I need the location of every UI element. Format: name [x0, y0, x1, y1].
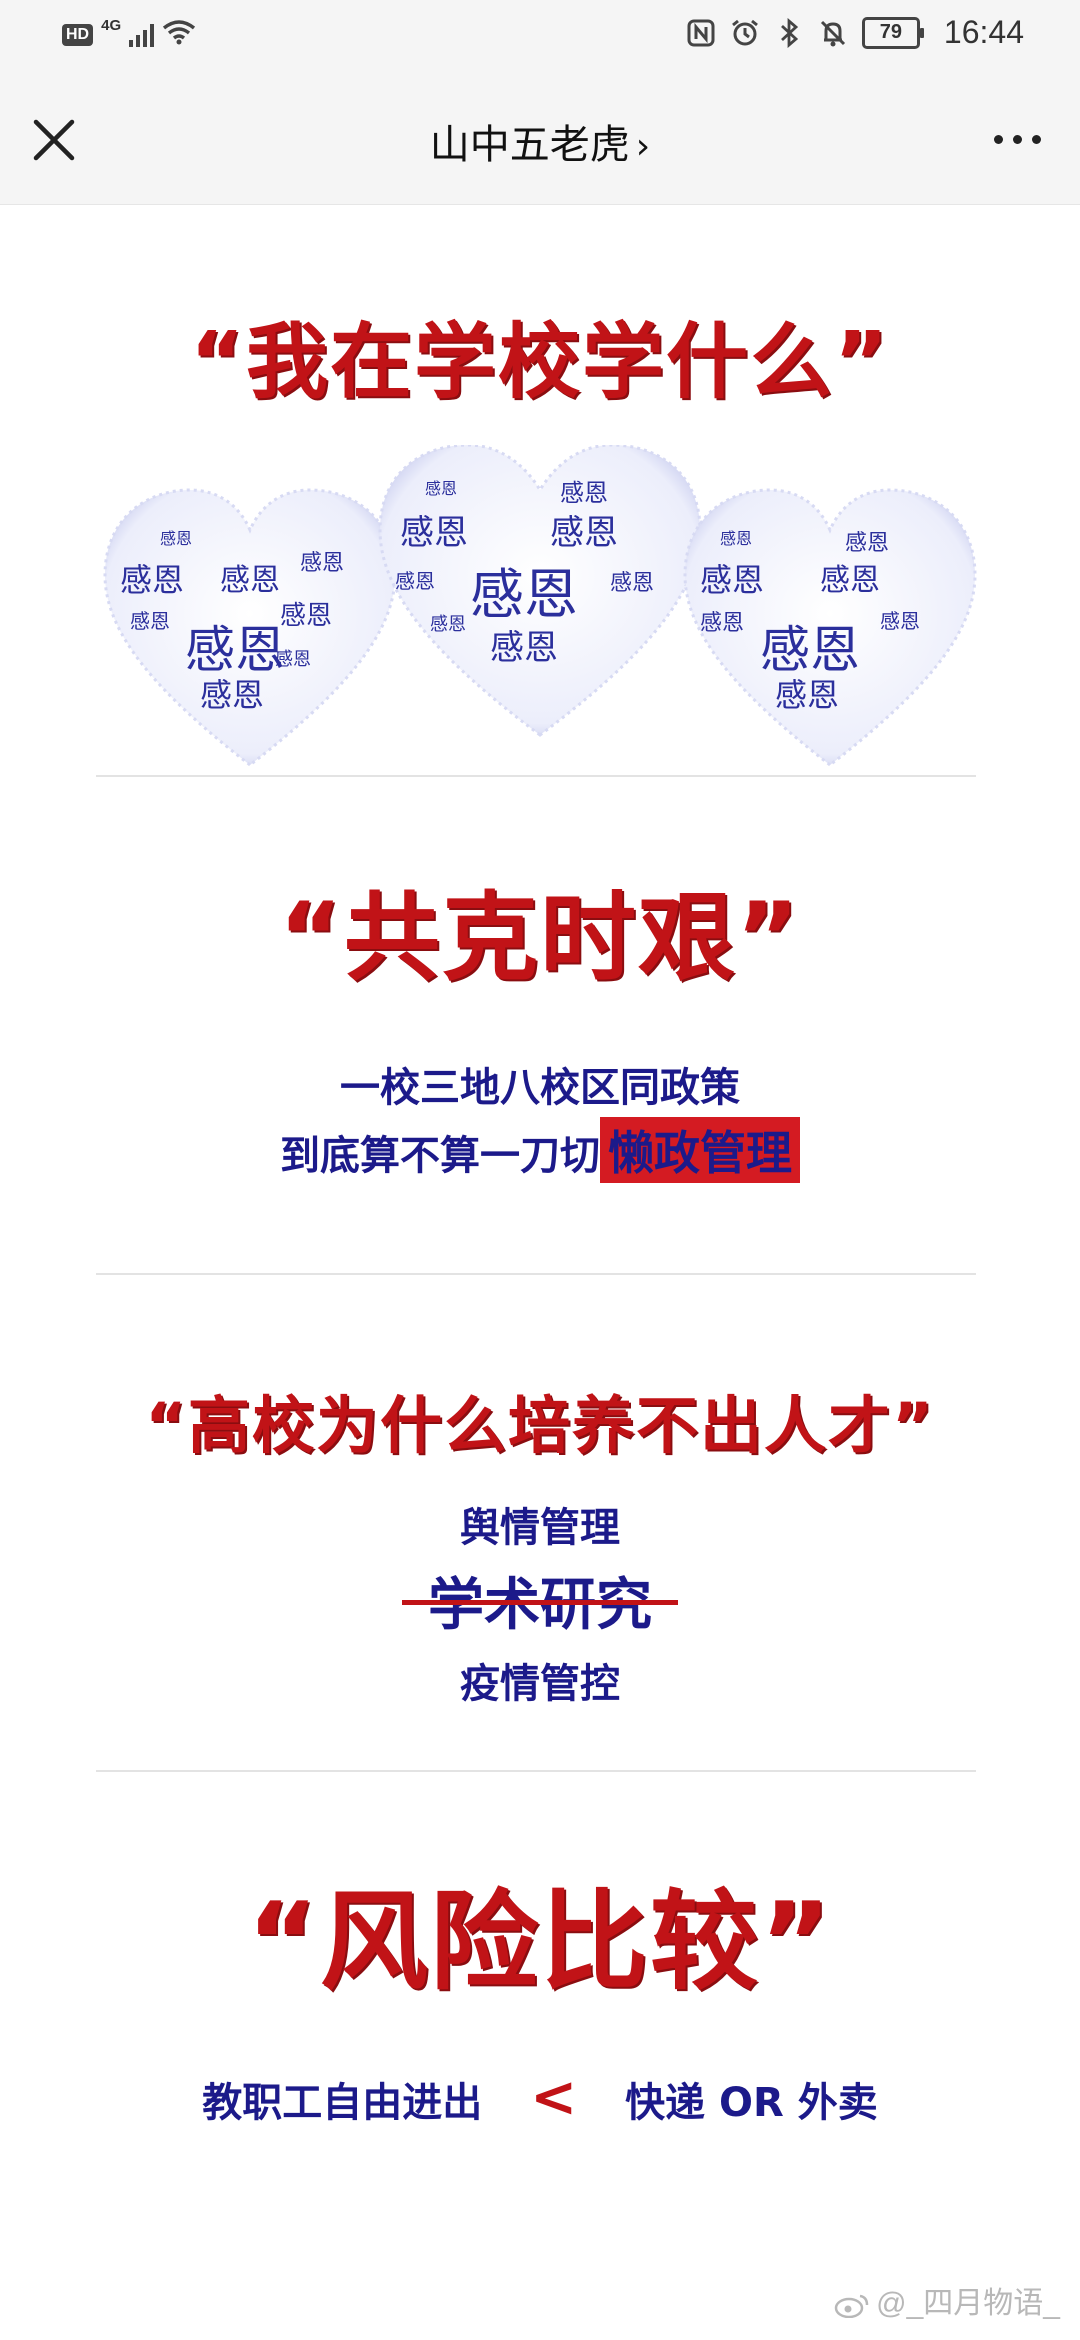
- network-type: 4G: [101, 16, 122, 34]
- cloud-word: 感恩: [470, 563, 578, 626]
- highlighted-phrase: 懒政管理: [600, 1117, 800, 1183]
- comparison-right: 快递 OR 外卖: [625, 2080, 878, 2126]
- battery-indicator: 79: [861, 16, 924, 49]
- clock: 16:44: [943, 14, 1024, 50]
- struck-phrase: 学术研究: [402, 1560, 678, 1641]
- alarm-icon: [730, 18, 760, 48]
- more-dot: [1012, 134, 1022, 144]
- section-overcome-hardship: “共克时艰”: [0, 860, 1080, 999]
- heart-word-cloud-image: 感恩 感恩 感恩 感恩 感恩 感恩 感恩 感恩 感恩 感恩 感恩 感恩 感恩 感…: [100, 445, 980, 785]
- cloud-word: 感恩: [880, 609, 920, 633]
- weibo-watermark: @_四月物语_: [834, 2278, 1060, 2322]
- cloud-word: 感恩: [400, 513, 468, 553]
- divider: [96, 1273, 976, 1275]
- section-why-no-talent: “高校为什么培养不出人才”: [0, 1375, 1080, 1465]
- cloud-word: 感恩: [700, 561, 765, 599]
- struck-text: 学术研究: [428, 1573, 652, 1638]
- cloud-word: 感恩: [425, 479, 458, 498]
- cloud-word: 感恩: [490, 628, 558, 668]
- more-options-button[interactable]: [982, 114, 1052, 164]
- cloud-word: 感恩: [120, 561, 185, 599]
- section-heading: “风险比较”: [247, 1880, 833, 2005]
- watermark-text: @_四月物语_: [876, 2287, 1060, 2320]
- cloud-word: 感恩: [700, 611, 745, 636]
- cloud-word: 感恩: [280, 601, 333, 631]
- cloud-word: 感恩: [130, 609, 170, 633]
- cloud-word: 感恩: [560, 479, 608, 507]
- policy-line-2: 到底算不算一刀切 懒政管理: [0, 1117, 1080, 1183]
- cloud-word: 感恩: [820, 563, 880, 598]
- status-bar-left: HD 4G: [62, 16, 196, 52]
- chevron-right-icon: ›: [635, 126, 651, 167]
- cloud-word: 感恩: [610, 571, 655, 596]
- less-than-symbol: <: [530, 2065, 578, 2130]
- risk-comparison-line: 教职工自由进出 < 快递 OR 外卖: [0, 2065, 1080, 2130]
- cloud-word: 感恩: [300, 551, 345, 576]
- signal-icon: [129, 23, 155, 47]
- policy-line-1: 一校三地八校区同政策: [340, 1065, 740, 1111]
- divider: [96, 775, 976, 777]
- management-line-1: 舆情管理: [460, 1505, 620, 1551]
- policy-line-2-text: 到底算不算一刀切: [280, 1133, 600, 1179]
- strike-through-line: [402, 1599, 678, 1605]
- cloud-word: 感恩: [775, 676, 840, 714]
- cloud-word: 感恩: [845, 531, 890, 556]
- weibo-logo-icon: [834, 2294, 869, 2319]
- section-heading: “高校为什么培养不出人才”: [145, 1389, 935, 1462]
- account-name: 山中五老虎: [429, 122, 630, 168]
- top-nav-bar: 山中五老虎 ›: [0, 74, 1080, 205]
- mute-icon: [818, 18, 848, 48]
- divider: [96, 1770, 976, 1772]
- cloud-word: 感恩: [395, 569, 435, 593]
- section-heading: “共克时艰”: [278, 882, 802, 994]
- more-dot: [1031, 134, 1041, 144]
- cloud-word: 感恩: [275, 649, 311, 670]
- cloud-word: 感恩: [720, 529, 753, 548]
- hd-badge: HD: [62, 24, 94, 46]
- bluetooth-icon: [774, 17, 804, 48]
- status-bar: HD 4G 79 16:44: [0, 0, 1080, 74]
- more-dot: [993, 134, 1003, 144]
- account-title-link[interactable]: 山中五老虎 ›: [0, 112, 1080, 170]
- section-heading: “我在学校学什么”: [190, 315, 890, 410]
- cloud-word: 感恩: [200, 676, 265, 714]
- article-content: “我在学校学什么” 感恩 感恩 感恩 感恩 感恩 感恩 感恩 感恩 感恩 感恩 …: [0, 205, 1080, 2340]
- wifi-icon: [162, 18, 196, 52]
- status-bar-right: 79 16:44: [686, 14, 1024, 51]
- nfc-icon: [686, 18, 716, 48]
- cloud-word: 感恩: [430, 614, 466, 635]
- section-risk-comparison: “风险比较”: [0, 1855, 1080, 2011]
- cloud-word: 感恩: [160, 529, 193, 548]
- cloud-word: 感恩: [550, 513, 618, 553]
- cloud-word: 感恩: [220, 563, 280, 598]
- management-line-3: 疫情管控: [460, 1661, 620, 1707]
- management-line-2: 学术研究: [0, 1560, 1080, 1641]
- section-what-we-learn: “我在学校学什么”: [0, 295, 1080, 414]
- comparison-left: 教职工自由进出: [202, 2080, 483, 2126]
